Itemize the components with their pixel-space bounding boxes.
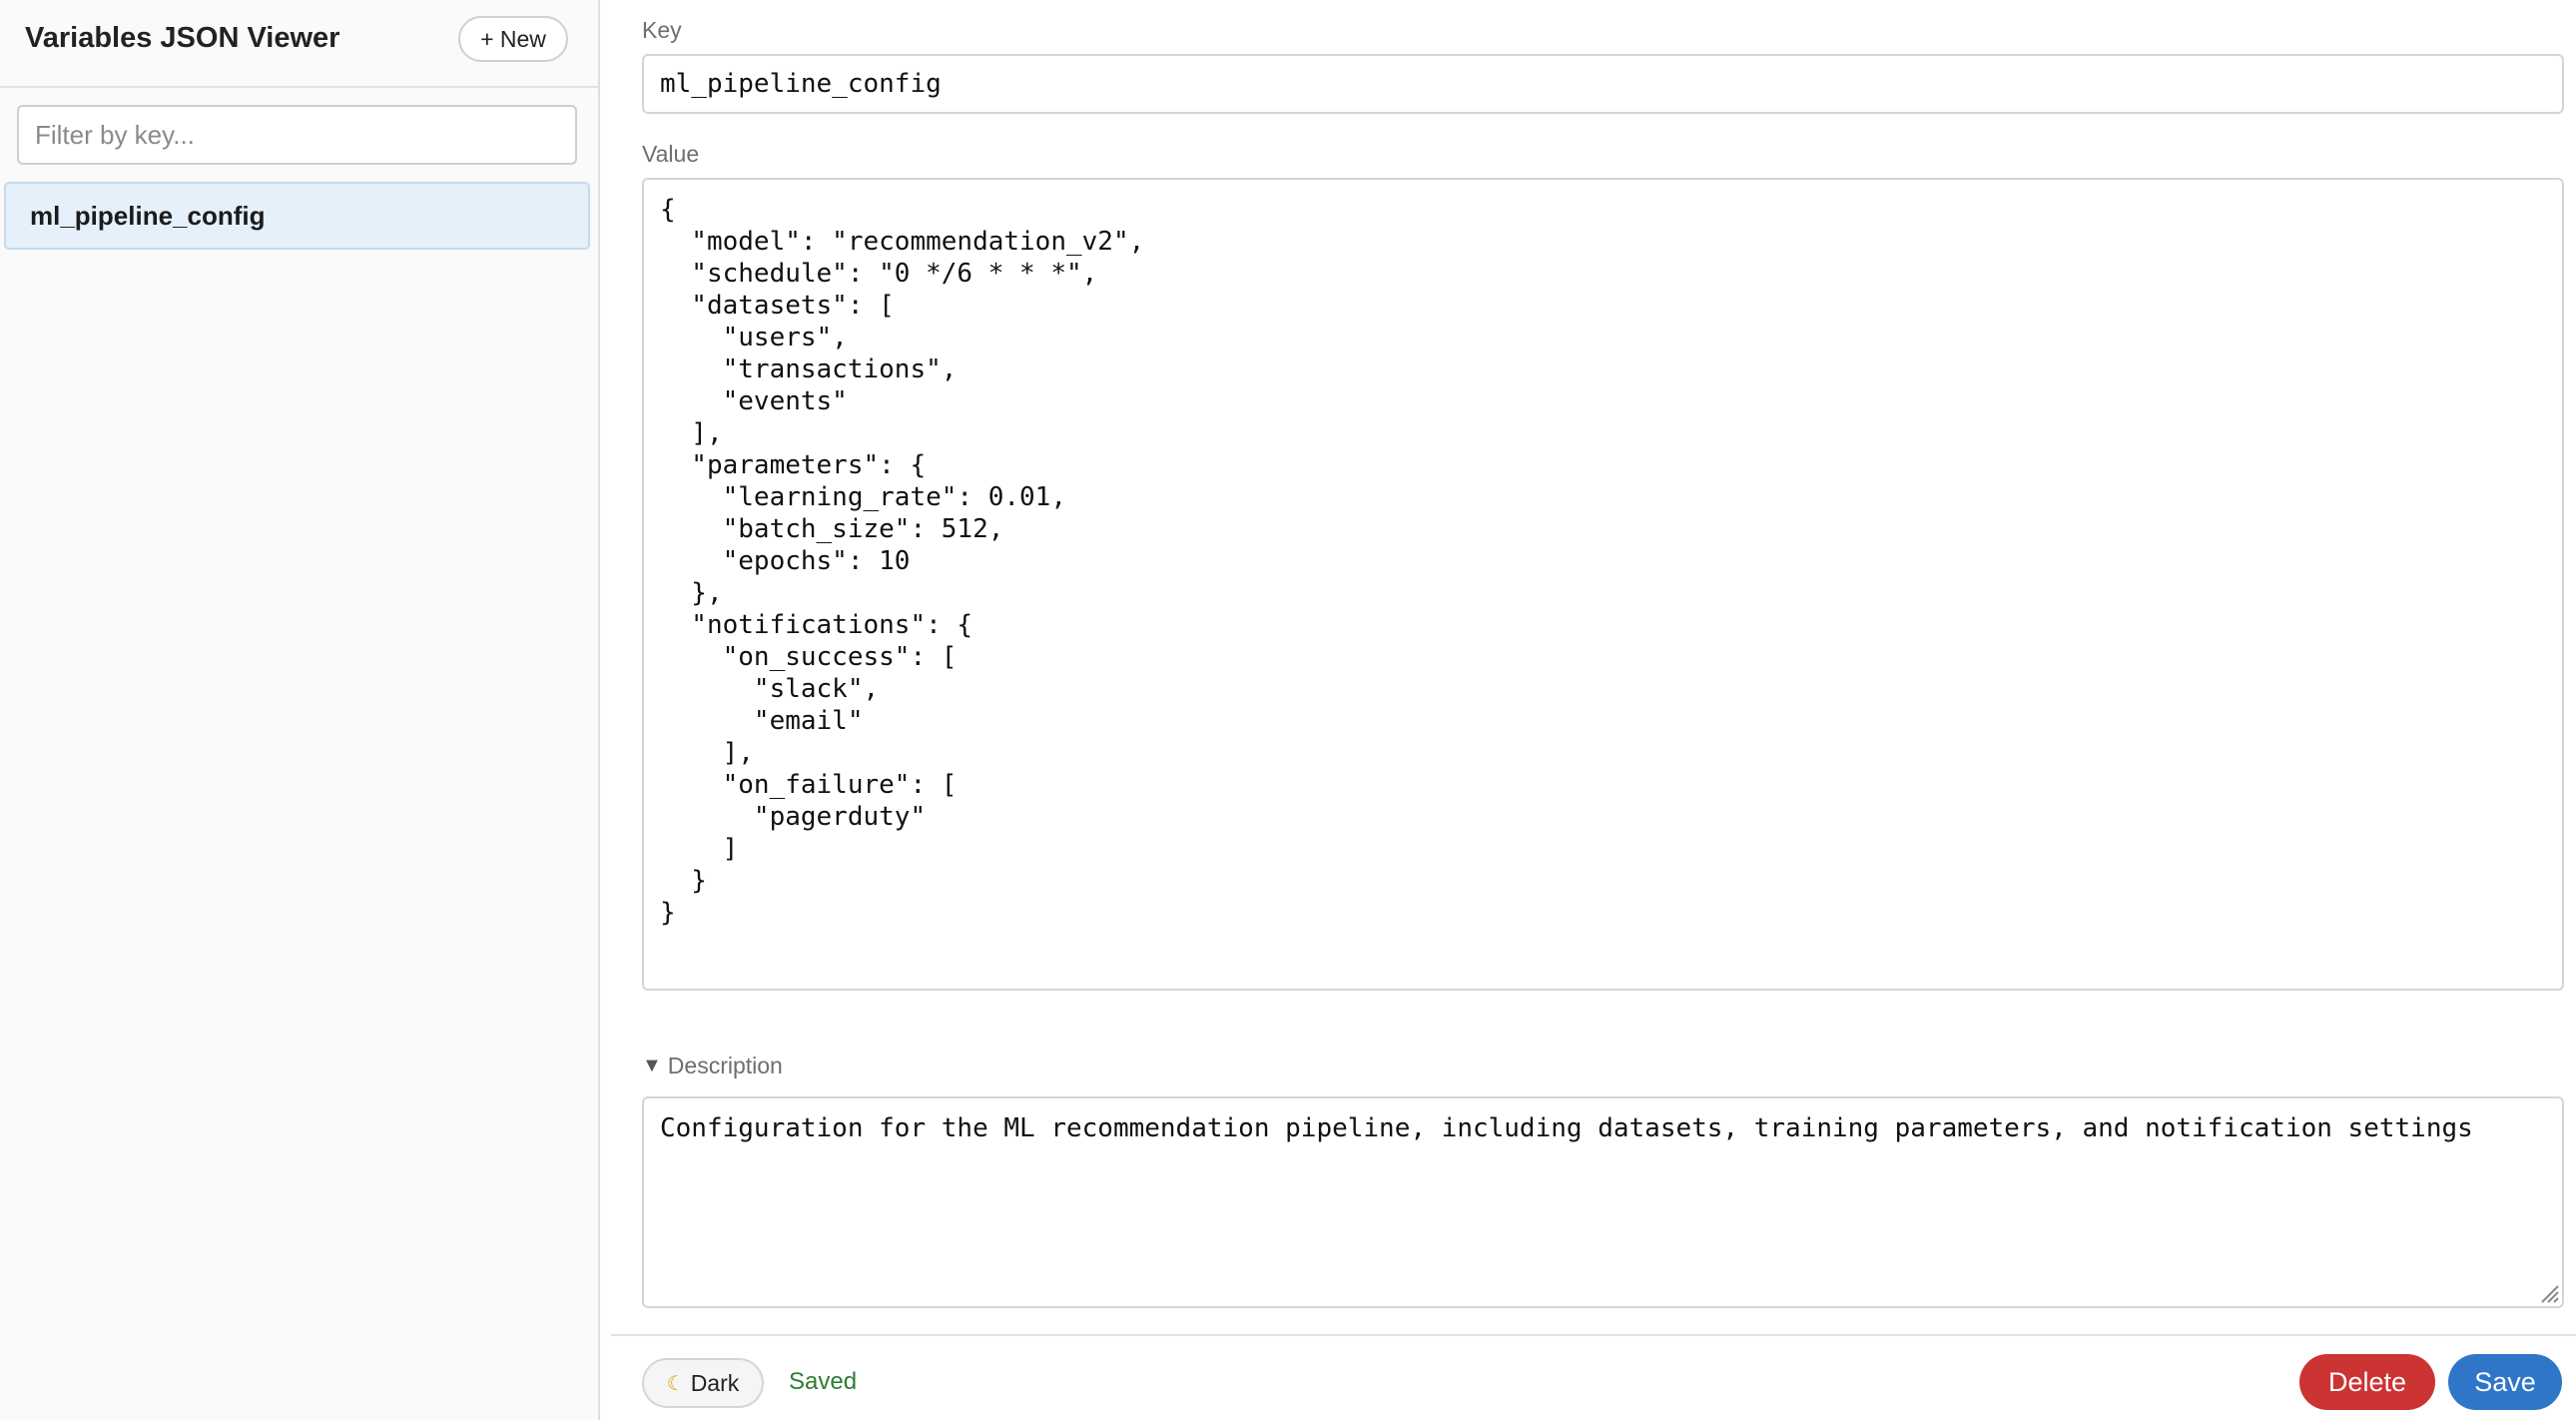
resize-handle-icon[interactable]: [2538, 1282, 2560, 1304]
description-toggle[interactable]: ▼ Description: [642, 1053, 783, 1079]
value-label: Value: [642, 141, 700, 167]
filter-input[interactable]: [17, 105, 577, 165]
description-textarea[interactable]: Configuration for the ML recommendation …: [642, 1096, 2564, 1308]
moon-icon: ☾: [666, 1372, 685, 1395]
theme-button-label: Dark: [690, 1369, 740, 1396]
value-json-editor[interactable]: { "model": "recommendation_v2", "schedul…: [642, 178, 2564, 991]
footer-bar: ☾ Dark Saved Delete Save: [611, 1334, 2576, 1420]
description-toggle-label: Description: [667, 1053, 783, 1078]
dark-mode-toggle-button[interactable]: ☾ Dark: [642, 1358, 764, 1408]
sidebar-header: Variables JSON Viewer + New: [0, 0, 600, 88]
variable-list-item[interactable]: ml_pipeline_config: [4, 182, 590, 250]
key-input[interactable]: [642, 54, 2564, 114]
new-variable-button[interactable]: + New: [458, 16, 568, 62]
editor-panel: Key Value { "model": "recommendation_v2"…: [611, 0, 2576, 1420]
status-text: Saved: [789, 1368, 858, 1395]
variable-list: ml_pipeline_config: [4, 182, 590, 250]
sidebar: Variables JSON Viewer + New ml_pipeline_…: [0, 0, 600, 1420]
app-title: Variables JSON Viewer: [25, 22, 340, 54]
delete-button[interactable]: Delete: [2299, 1354, 2435, 1410]
variable-list-item-label: ml_pipeline_config: [30, 200, 266, 231]
triangle-down-icon: ▼: [642, 1055, 662, 1076]
key-label: Key: [642, 17, 682, 43]
app-window: Variables JSON Viewer + New ml_pipeline_…: [0, 0, 2576, 1420]
save-button[interactable]: Save: [2448, 1354, 2562, 1410]
